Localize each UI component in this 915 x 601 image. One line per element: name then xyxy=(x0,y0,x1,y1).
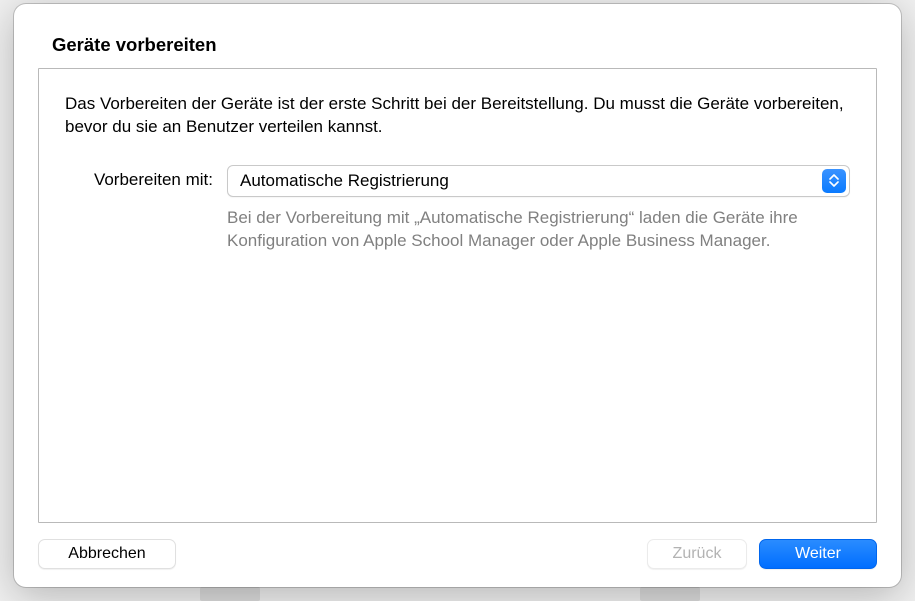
background-window-hint xyxy=(640,587,700,601)
prepare-with-row: Vorbereiten mit: Automatische Registrier… xyxy=(65,165,850,253)
button-bar: Abbrechen Zurück Weiter xyxy=(38,539,877,569)
next-button[interactable]: Weiter xyxy=(759,539,877,569)
prepare-devices-sheet: Geräte vorbereiten Das Vorbereiten der G… xyxy=(14,4,901,587)
prepare-with-help-text: Bei der Vorbereitung mit „Automatische R… xyxy=(227,207,837,253)
back-button: Zurück xyxy=(647,539,747,569)
content-box: Das Vorbereiten der Geräte ist der erste… xyxy=(38,68,877,523)
intro-text: Das Vorbereiten der Geräte ist der erste… xyxy=(65,93,850,139)
updown-chevron-icon xyxy=(822,169,846,193)
background-window-hint xyxy=(200,587,260,601)
sheet-title: Geräte vorbereiten xyxy=(52,34,877,56)
prepare-with-popup[interactable]: Automatische Registrierung xyxy=(227,165,850,197)
prepare-with-body: Automatische Registrierung Bei der Vorbe… xyxy=(227,165,850,253)
cancel-button[interactable]: Abbrechen xyxy=(38,539,176,569)
prepare-with-selected-value: Automatische Registrierung xyxy=(240,171,449,191)
prepare-with-label: Vorbereiten mit: xyxy=(65,165,213,190)
